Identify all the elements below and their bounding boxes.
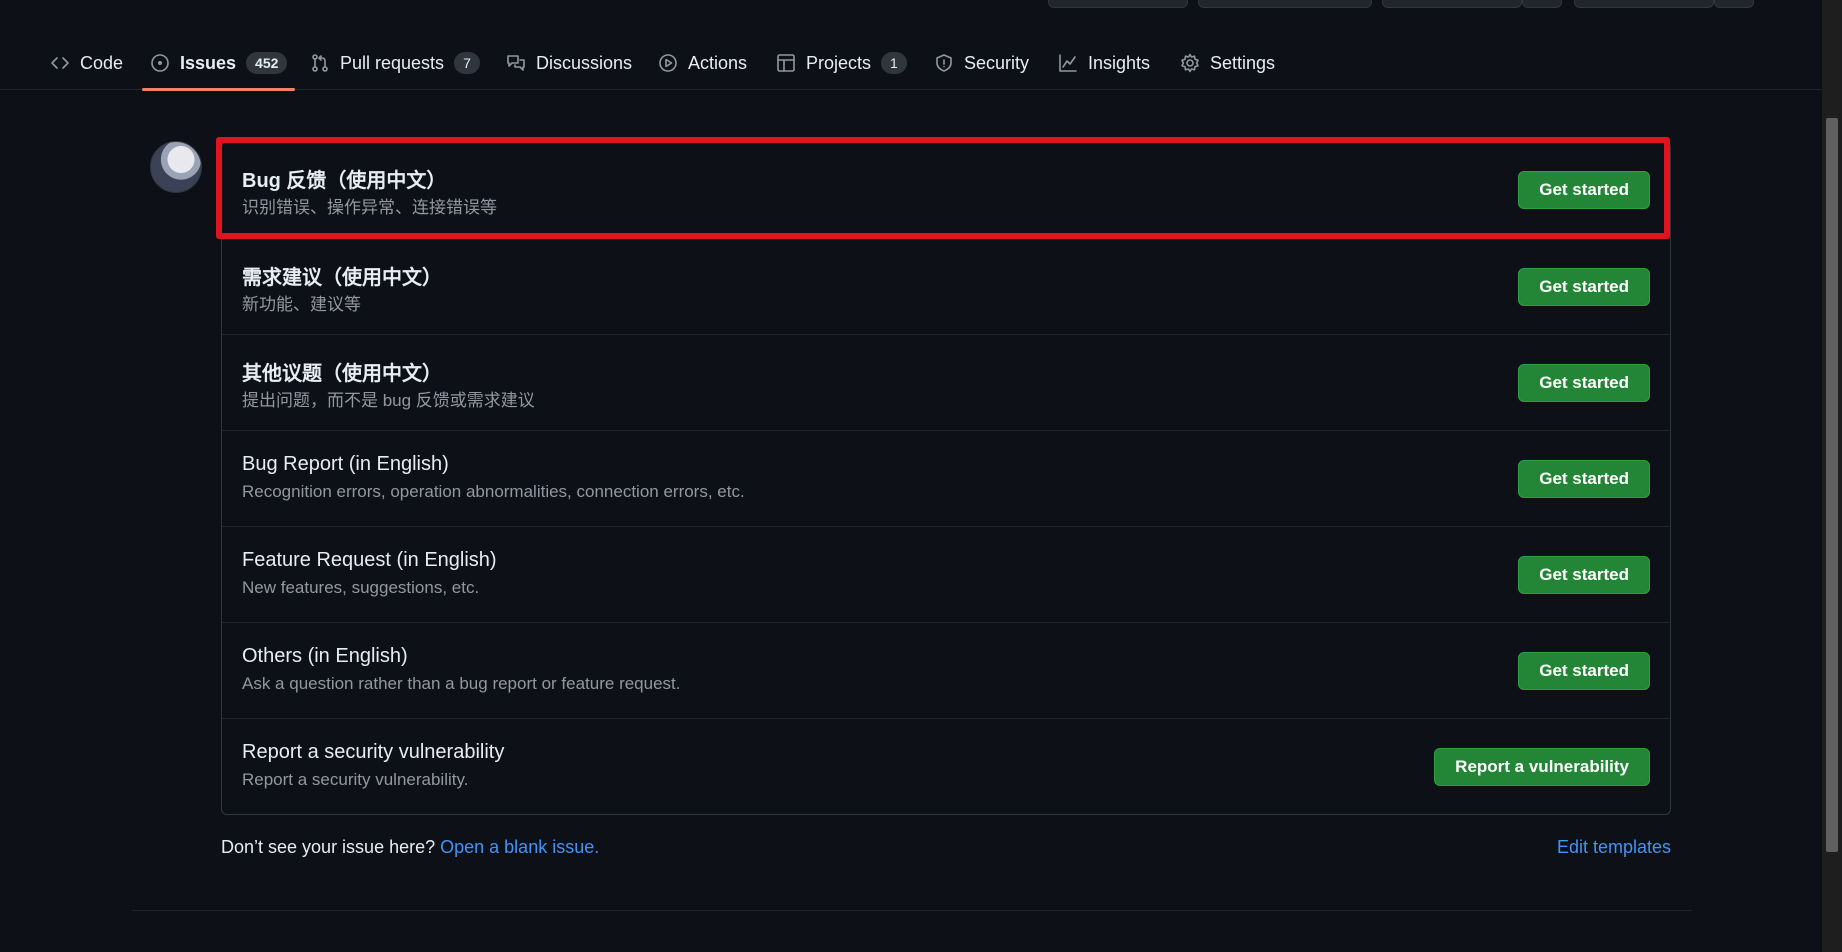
tab-actions[interactable]: Actions bbox=[650, 36, 755, 90]
template-description: 新功能、建议等 bbox=[242, 295, 361, 314]
tab-label: Insights bbox=[1088, 52, 1151, 73]
get-started-button[interactable]: Get started bbox=[1518, 171, 1650, 209]
star-button[interactable] bbox=[1382, 0, 1522, 8]
template-title: Feature Request (in English) bbox=[242, 549, 497, 571]
scrollbar[interactable] bbox=[1822, 0, 1842, 952]
list-item: Bug Report (in English) Recognition erro… bbox=[222, 430, 1670, 526]
tab-label: Security bbox=[964, 52, 1030, 73]
repo-header-strip bbox=[0, 0, 1842, 10]
sponsor-dropdown-button[interactable] bbox=[1714, 0, 1754, 8]
issue-opened-icon bbox=[151, 54, 169, 72]
table-icon bbox=[777, 54, 795, 72]
tab-code[interactable]: Code bbox=[42, 36, 131, 90]
tab-projects[interactable]: Projects 1 bbox=[768, 36, 915, 90]
projects-count-badge: 1 bbox=[881, 52, 907, 74]
list-item: Others (in English) Ask a question rathe… bbox=[222, 622, 1670, 718]
open-blank-issue-link[interactable]: Open a blank issue. bbox=[440, 837, 599, 857]
template-title: 其他议题（使用中文） bbox=[242, 363, 442, 385]
tab-label: Pull requests bbox=[340, 52, 445, 73]
blank-issue-prompt: Don’t see your issue here? Open a blank … bbox=[221, 837, 599, 858]
gear-icon bbox=[1181, 53, 1199, 73]
tab-pull-requests[interactable]: Pull requests 7 bbox=[302, 36, 488, 90]
notifications-button[interactable] bbox=[1048, 0, 1188, 8]
issues-count-badge: 452 bbox=[246, 52, 288, 74]
shield-icon bbox=[936, 54, 952, 72]
template-title: Report a security vulnerability bbox=[242, 741, 505, 763]
tab-label: Discussions bbox=[536, 52, 633, 73]
tab-security[interactable]: Security bbox=[926, 36, 1037, 90]
tab-discussions[interactable]: Discussions bbox=[498, 36, 640, 90]
template-description: Recognition errors, operation abnormalit… bbox=[242, 482, 745, 501]
tab-label: Code bbox=[80, 52, 124, 73]
play-icon bbox=[659, 54, 677, 72]
avatar[interactable] bbox=[150, 141, 202, 193]
pull-requests-count-badge: 7 bbox=[454, 52, 480, 74]
list-item: 其他议题（使用中文） 提出问题，而不是 bug 反馈或需求建议 Get star… bbox=[222, 334, 1670, 430]
tab-issues[interactable]: Issues 452 bbox=[142, 36, 296, 91]
graph-icon bbox=[1059, 54, 1077, 72]
tab-settings[interactable]: Settings bbox=[1172, 36, 1283, 90]
template-description: 识别错误、操作异常、连接错误等 bbox=[242, 198, 497, 217]
get-started-button[interactable]: Get started bbox=[1518, 268, 1650, 306]
get-started-button[interactable]: Get started bbox=[1518, 556, 1650, 594]
template-title: 需求建议（使用中文） bbox=[242, 267, 442, 289]
code-icon bbox=[51, 57, 69, 69]
sponsor-button[interactable] bbox=[1574, 0, 1714, 8]
divider bbox=[132, 910, 1692, 911]
tab-label: Issues bbox=[180, 52, 237, 73]
tab-label: Projects bbox=[806, 52, 872, 73]
list-item: Feature Request (in English) New feature… bbox=[222, 526, 1670, 622]
comment-discussion-icon bbox=[507, 55, 525, 71]
issue-template-list: Bug 反馈（使用中文） 识别错误、操作异常、连接错误等 Get started… bbox=[221, 141, 1671, 815]
list-item: Report a security vulnerability Report a… bbox=[222, 718, 1670, 814]
template-description: New features, suggestions, etc. bbox=[242, 578, 480, 597]
tab-insights[interactable]: Insights bbox=[1050, 36, 1158, 90]
list-item: Bug 反馈（使用中文） 识别错误、操作异常、连接错误等 Get started bbox=[222, 142, 1670, 238]
template-description: Ask a question rather than a bug report … bbox=[242, 674, 681, 693]
fork-button[interactable] bbox=[1198, 0, 1372, 8]
tab-label: Actions bbox=[688, 52, 748, 73]
get-started-button[interactable]: Get started bbox=[1518, 460, 1650, 498]
star-dropdown-button[interactable] bbox=[1522, 0, 1562, 8]
repo-tabs-nav: Code Issues 452 Pull requests 7 Discussi… bbox=[0, 36, 1822, 91]
edit-templates-link[interactable]: Edit templates bbox=[1557, 837, 1671, 858]
template-title: Others (in English) bbox=[242, 645, 408, 667]
scrollbar-thumb[interactable] bbox=[1826, 118, 1838, 852]
get-started-button[interactable]: Get started bbox=[1518, 652, 1650, 690]
template-title: Bug 反馈（使用中文） bbox=[242, 170, 447, 192]
template-description: 提出问题，而不是 bug 反馈或需求建议 bbox=[242, 391, 535, 410]
issue-template-chooser-page: Code Issues 452 Pull requests 7 Discussi… bbox=[0, 0, 1842, 952]
template-description: Report a security vulnerability. bbox=[242, 770, 469, 789]
report-vulnerability-button[interactable]: Report a vulnerability bbox=[1434, 748, 1650, 786]
list-item: 需求建议（使用中文） 新功能、建议等 Get started bbox=[222, 238, 1670, 334]
get-started-button[interactable]: Get started bbox=[1518, 364, 1650, 402]
footer-prompt-text: Don’t see your issue here? bbox=[221, 837, 441, 857]
tab-label: Settings bbox=[1210, 52, 1276, 73]
git-pull-request-icon bbox=[312, 54, 328, 72]
template-title: Bug Report (in English) bbox=[242, 453, 449, 475]
